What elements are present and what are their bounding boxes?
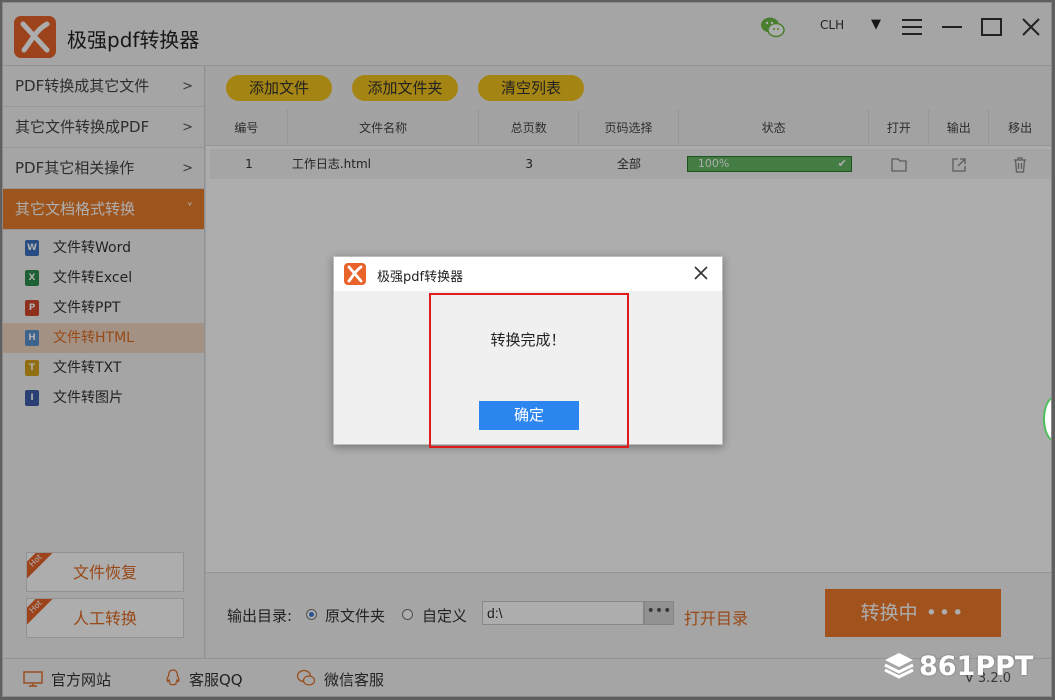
watermark: 861PPT — [883, 651, 1033, 686]
layers-icon — [883, 651, 915, 686]
dialog-close-icon[interactable] — [691, 263, 711, 283]
dialog-title-bar: 极强pdf转换器 — [334, 257, 722, 291]
ok-button[interactable]: 确定 — [479, 401, 579, 430]
dialog-title: 极强pdf转换器 — [377, 270, 464, 285]
watermark-text: 861PPT — [919, 651, 1034, 682]
dialog-message: 转换完成！ — [490, 331, 566, 349]
completion-dialog: 极强pdf转换器 转换完成！ 确定 — [333, 256, 723, 445]
app-logo-icon — [344, 263, 366, 285]
